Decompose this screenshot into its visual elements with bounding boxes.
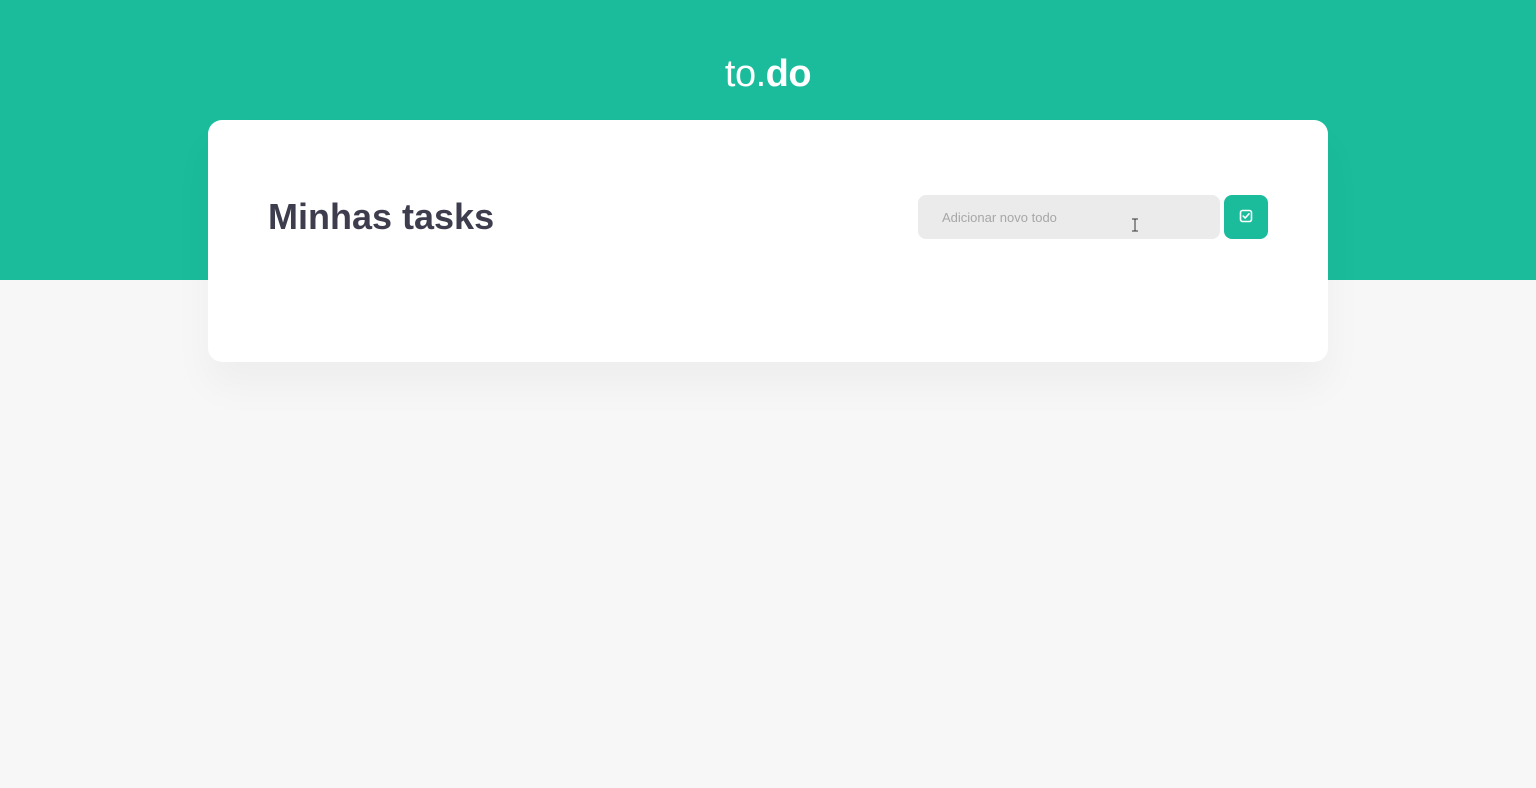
app-logo: to.do — [0, 52, 1536, 96]
new-todo-form — [918, 195, 1268, 239]
checkbox-check-icon — [1238, 208, 1254, 227]
tasks-card: Minhas tasks — [208, 120, 1328, 362]
logo-suffix: do — [765, 53, 812, 95]
todo-page: to.do Minhas tasks — [0, 0, 1536, 788]
text-cursor-icon — [1131, 218, 1139, 232]
logo-prefix: to. — [724, 53, 766, 95]
new-todo-input[interactable] — [918, 195, 1220, 239]
page-title: Minhas tasks — [268, 196, 495, 237]
add-todo-button[interactable] — [1224, 195, 1268, 239]
